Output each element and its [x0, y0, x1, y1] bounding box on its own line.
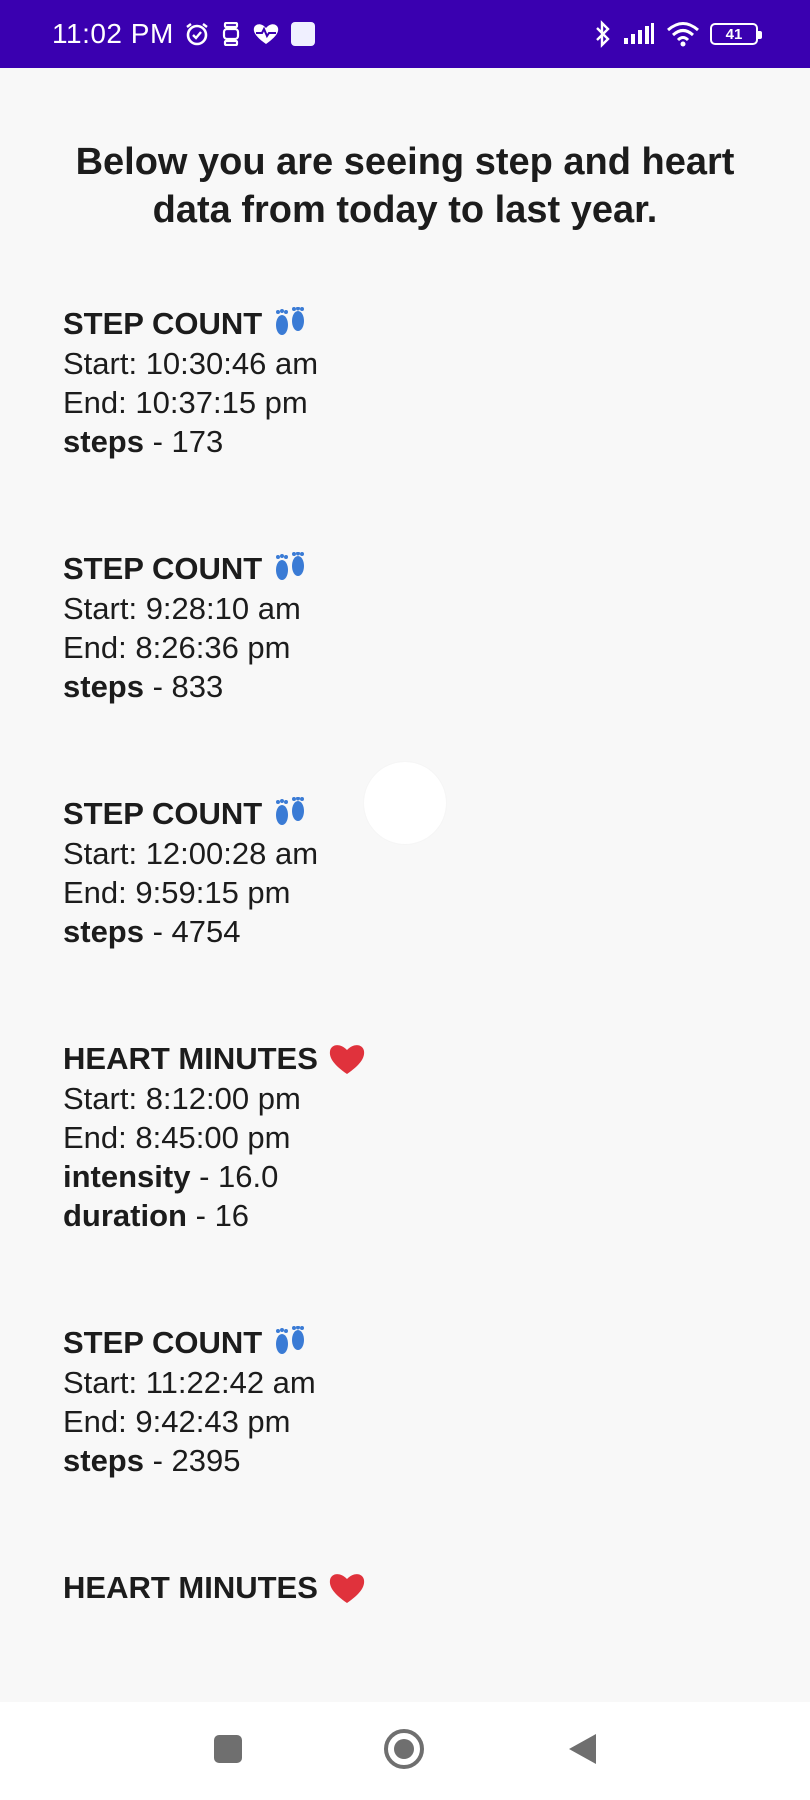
record-step-count: STEP COUNT Start: 11:22:42 am End: 9:42:…: [63, 1323, 810, 1480]
bluetooth-icon: [594, 20, 612, 48]
field-label: steps: [63, 914, 144, 949]
field-value: 16.0: [218, 1159, 279, 1194]
status-time: 11:02 PM: [52, 18, 174, 49]
footprints-icon: [272, 307, 308, 341]
field-value: 833: [171, 669, 224, 704]
app-square-icon: [290, 21, 316, 47]
record-title-text: HEART MINUTES: [63, 1041, 318, 1076]
records-list: STEP COUNT Start: 10:30:46 am End: 10:37…: [0, 304, 810, 1608]
record-title: HEART MINUTES: [63, 1039, 810, 1079]
home-circle-icon: [383, 1728, 425, 1775]
field-value: 173: [171, 424, 224, 459]
field-value: 2395: [171, 1443, 241, 1478]
battery-level: 41: [725, 25, 743, 43]
footprints-icon: [272, 552, 308, 586]
record-field: duration - 16: [63, 1198, 250, 1233]
main-content[interactable]: Below you are seeing step and heart data…: [0, 68, 810, 1702]
recents-square-icon: [213, 1734, 243, 1769]
record-title-text: STEP COUNT: [63, 551, 263, 586]
touch-indicator: [364, 762, 446, 844]
record-field: steps - 833: [63, 669, 224, 704]
signal-icon: [622, 23, 656, 45]
alarm-icon: [184, 21, 210, 47]
record-title-text: STEP COUNT: [63, 1325, 263, 1360]
record-title: STEP COUNT: [63, 304, 810, 344]
record-start: Start: 10:30:46 am: [63, 346, 319, 381]
record-start: Start: 9:28:10 am: [63, 591, 301, 626]
recents-button[interactable]: [206, 1729, 250, 1773]
back-triangle-icon: [566, 1732, 598, 1771]
record-field: steps - 173: [63, 424, 224, 459]
heart-pulse-icon: [252, 22, 280, 46]
status-right: 41: [594, 20, 762, 48]
status-bar: 11:02 PM 41: [0, 0, 810, 68]
field-value: 16: [214, 1198, 250, 1233]
record-heart-minutes: HEART MINUTES: [63, 1568, 810, 1608]
record-end: End: 8:26:36 pm: [63, 630, 291, 665]
footprints-icon: [272, 1326, 308, 1360]
red-heart-icon: [328, 1042, 366, 1076]
record-step-count: STEP COUNT Start: 9:28:10 am End: 8:26:3…: [63, 549, 810, 706]
field-label: duration: [63, 1198, 187, 1233]
record-step-count: STEP COUNT Start: 10:30:46 am End: 10:37…: [63, 304, 810, 461]
wifi-icon: [666, 21, 700, 47]
record-title-text: STEP COUNT: [63, 306, 263, 341]
record-heart-minutes: HEART MINUTES Start: 8:12:00 pm End: 8:4…: [63, 1039, 810, 1235]
record-end: End: 8:45:00 pm: [63, 1120, 291, 1155]
field-label: intensity: [63, 1159, 191, 1194]
record-field: intensity - 16.0: [63, 1159, 279, 1194]
record-title-text: STEP COUNT: [63, 796, 263, 831]
record-end: End: 10:37:15 pm: [63, 385, 308, 420]
battery-icon: 41: [710, 23, 762, 45]
record-field: steps - 4754: [63, 914, 241, 949]
footprints-icon: [272, 797, 308, 831]
red-heart-icon: [328, 1571, 366, 1605]
record-title: STEP COUNT: [63, 1323, 810, 1363]
record-start: Start: 11:22:42 am: [63, 1365, 316, 1400]
record-title: STEP COUNT: [63, 549, 810, 589]
field-label: steps: [63, 1443, 144, 1478]
record-end: End: 9:42:43 pm: [63, 1404, 291, 1439]
record-field: steps - 2395: [63, 1443, 241, 1478]
field-value: 4754: [171, 914, 241, 949]
record-end: End: 9:59:15 pm: [63, 875, 291, 910]
record-title: HEART MINUTES: [63, 1568, 810, 1608]
navigation-bar: [0, 1702, 810, 1800]
record-start: Start: 8:12:00 pm: [63, 1081, 301, 1116]
record-start: Start: 12:00:28 am: [63, 836, 319, 871]
back-button[interactable]: [560, 1729, 604, 1773]
intro-text: Below you are seeing step and heart data…: [75, 141, 735, 231]
field-label: steps: [63, 424, 144, 459]
fit-icon: [220, 22, 242, 46]
status-left: 11:02 PM: [52, 18, 316, 50]
home-button[interactable]: [382, 1728, 426, 1775]
record-title-text: HEART MINUTES: [63, 1570, 318, 1605]
field-label: steps: [63, 669, 144, 704]
